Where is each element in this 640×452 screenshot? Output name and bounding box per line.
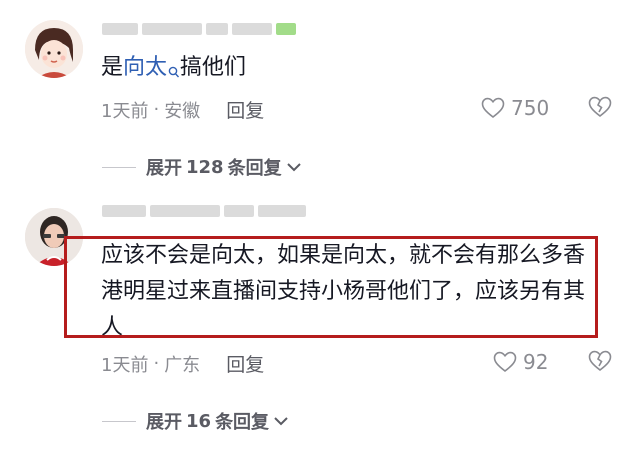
expand-suffix: 条回复: [227, 158, 282, 179]
expand-prefix: 展开: [146, 158, 182, 179]
heart-outline-icon: [493, 351, 517, 373]
like-count: 92: [523, 350, 549, 374]
comment-location: 广东: [164, 354, 201, 376]
expand-count: 16: [186, 410, 212, 432]
expand-prefix: 展开: [146, 412, 182, 433]
highlight-annotation-box: [64, 236, 598, 338]
broken-heart-icon: [588, 96, 612, 118]
meta-separator: ·: [153, 99, 160, 120]
search-mini-icon[interactable]: [168, 56, 180, 92]
expand-count: 128: [186, 156, 224, 178]
expand-divider: [102, 420, 136, 422]
comment-1: 是向太 搞他们 1天前 · 安徽 回复 750 展开 128 条回复: [0, 0, 640, 190]
comment-time: 1天前: [101, 354, 149, 376]
expand-replies-button[interactable]: 展开 16 条回复: [102, 408, 289, 434]
comment-text: 是向太 搞他们: [101, 50, 246, 92]
username-obscured[interactable]: [102, 22, 296, 36]
like-button[interactable]: 750: [481, 96, 549, 120]
expand-suffix: 条回复: [215, 412, 270, 433]
reply-button[interactable]: 回复: [226, 350, 264, 377]
comment-text-before: 是: [101, 55, 124, 80]
chevron-down-icon: [286, 163, 301, 172]
username-obscured[interactable]: [102, 204, 306, 218]
expand-divider: [102, 166, 136, 168]
heart-outline-icon: [481, 97, 505, 119]
mention-link[interactable]: 向太: [123, 55, 167, 80]
broken-heart-icon: [588, 350, 612, 372]
reply-button[interactable]: 回复: [226, 96, 264, 123]
like-button[interactable]: 92: [493, 350, 548, 374]
meta-separator: ·: [153, 353, 160, 374]
comment-text-after: 搞他们: [180, 55, 247, 80]
avatar-illustration: [25, 20, 83, 78]
expand-replies-button[interactable]: 展开 128 条回复: [102, 154, 302, 180]
comment-meta: 1天前 · 广东 回复: [101, 350, 264, 377]
chevron-down-icon: [274, 417, 288, 426]
like-count: 750: [511, 96, 550, 120]
comment-time: 1天前: [101, 100, 149, 122]
dislike-button[interactable]: [588, 350, 612, 376]
dislike-button[interactable]: [588, 96, 612, 122]
avatar[interactable]: [25, 20, 83, 78]
comment-location: 安徽: [164, 100, 201, 122]
comment-meta: 1天前 · 安徽 回复: [101, 96, 264, 123]
